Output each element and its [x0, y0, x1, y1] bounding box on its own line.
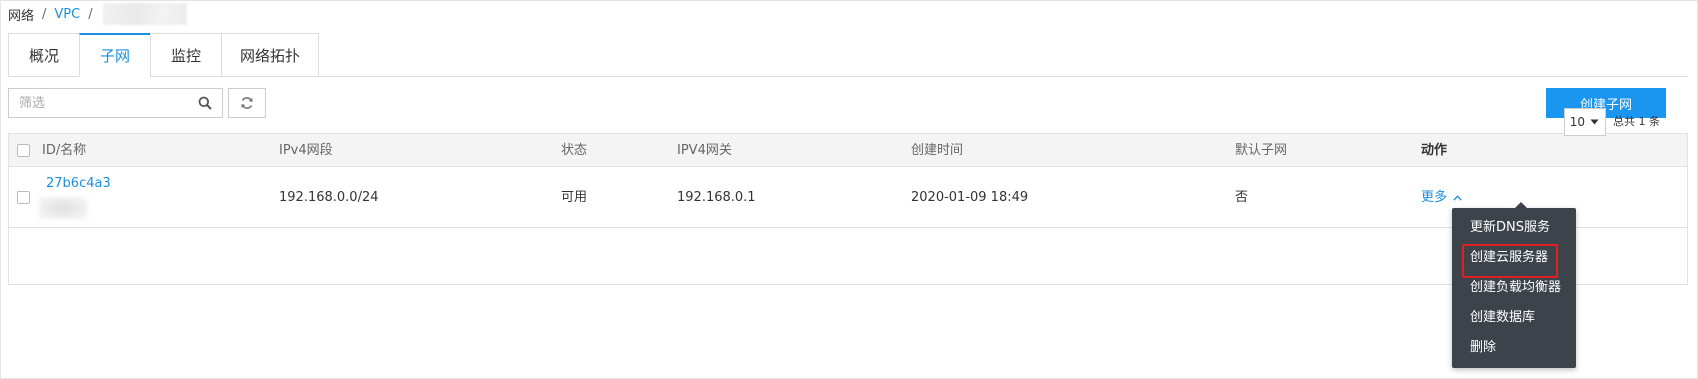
menu-item-create-server[interactable]: 创建云服务器 — [1452, 243, 1576, 278]
breadcrumb-vpc[interactable]: VPC — [54, 7, 80, 22]
cell-cidr: 192.168.0.0/24 — [279, 190, 379, 205]
menu-item-update-dns[interactable]: 更新DNS服务 — [1452, 213, 1576, 243]
subnet-table: ID/名称 IPv4网段 状态 IPV4网关 创建时间 默认子网 动作 27b6… — [8, 133, 1688, 285]
header-cidr: IPv4网段 — [279, 143, 333, 158]
more-label: 更多 — [1421, 190, 1448, 205]
breadcrumb-separator: / — [88, 6, 93, 22]
breadcrumb-redacted-name — [102, 3, 187, 25]
row-checkbox[interactable] — [17, 191, 30, 204]
header-action: 动作 — [1421, 143, 1448, 158]
subnet-name-redacted — [39, 197, 87, 219]
header-created: 创建时间 — [911, 143, 964, 158]
chevron-up-icon — [1453, 195, 1462, 201]
table-row: 27b6c4a3 192.168.0.0/24 可用 192.168.0.1 2… — [9, 168, 1687, 228]
tab-subnets[interactable]: 子网 — [79, 33, 150, 77]
header-id: ID/名称 — [42, 143, 87, 158]
header-gateway: IPV4网关 — [677, 143, 732, 158]
caret-down-icon — [1590, 119, 1599, 125]
filter-input[interactable] — [9, 89, 194, 117]
tab-bar: 概况 子网 监控 网络拓扑 — [8, 33, 319, 77]
page-size-value: 10 — [1569, 115, 1585, 129]
subnet-id-link[interactable]: 27b6c4a3 — [46, 176, 111, 192]
cell-gateway: 192.168.0.1 — [677, 190, 756, 205]
more-actions-menu: 更新DNS服务 创建云服务器 创建负载均衡器 创建数据库 删除 — [1452, 208, 1576, 368]
search-icon[interactable] — [198, 96, 212, 110]
filter-box — [8, 88, 223, 118]
header-default: 默认子网 — [1235, 143, 1288, 158]
tab-overview[interactable]: 概况 — [8, 33, 79, 77]
header-status: 状态 — [561, 143, 588, 158]
pagination-total: 总共 1 条 — [1613, 115, 1660, 128]
cell-status: 可用 — [561, 190, 588, 205]
breadcrumb-separator: / — [42, 6, 47, 22]
page-size-select[interactable]: 10 — [1564, 108, 1606, 136]
tab-topology[interactable]: 网络拓扑 — [221, 33, 319, 77]
refresh-button[interactable] — [228, 88, 266, 118]
cell-default: 否 — [1235, 190, 1249, 205]
refresh-icon — [241, 97, 253, 109]
cell-created: 2020-01-09 18:49 — [911, 190, 1029, 205]
tab-monitoring[interactable]: 监控 — [150, 33, 221, 77]
menu-item-create-load-balancer[interactable]: 创建负载均衡器 — [1452, 273, 1576, 303]
menu-item-delete[interactable]: 删除 — [1452, 333, 1576, 363]
menu-item-create-database[interactable]: 创建数据库 — [1452, 303, 1576, 333]
select-all-checkbox[interactable] — [17, 144, 30, 157]
breadcrumb: 网络 / VPC / — [8, 3, 187, 25]
breadcrumb-network[interactable]: 网络 — [8, 5, 34, 24]
table-header: ID/名称 IPv4网段 状态 IPV4网关 创建时间 默认子网 动作 — [9, 134, 1687, 167]
